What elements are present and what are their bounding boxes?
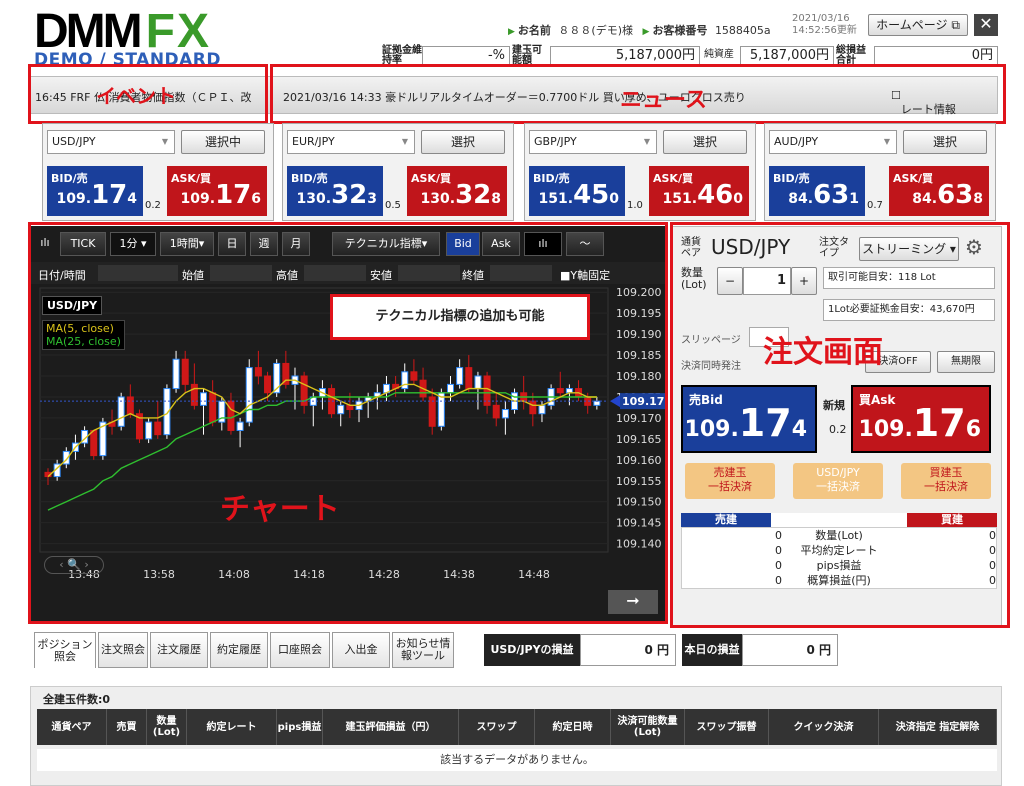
- buyable-label: 建玉可能額: [512, 45, 542, 66]
- bid-button[interactable]: BID/売 130.323: [287, 166, 383, 216]
- total-pl-value: 0円: [874, 46, 998, 66]
- order-annotation-box: [670, 222, 1010, 628]
- col-header-2: 数量(Lot): [147, 709, 187, 745]
- net-assets-label: 純資産: [704, 49, 734, 60]
- rate-panel-2: GBP/JPY 選択 BID/売 151.450 1.0 ASK/買 151.4…: [524, 123, 756, 221]
- margin-ratio-label: 証拠金維持率: [382, 45, 422, 66]
- chart-annotation-box: [28, 222, 668, 624]
- positions-header: 通貨ペア 売買 数量(Lot) 約定レート pips損益 建玉評価損益（円） スワップ 約定日…: [37, 709, 997, 745]
- buyable-value: 5,187,000円: [550, 46, 700, 66]
- select-pair-button[interactable]: 選択中: [181, 130, 265, 154]
- rate-panel-0: USD/JPY 選択中 BID/売 109.174 0.2 ASK/買 109.…: [42, 123, 274, 221]
- spread-value: 0.7: [867, 200, 883, 211]
- select-pair-button[interactable]: 選択: [663, 130, 747, 154]
- rate-panel-1: EUR/JPY 選択 BID/売 130.323 0.5 ASK/買 130.3…: [282, 123, 514, 221]
- ask-button[interactable]: ASK/買 84.638: [889, 166, 989, 216]
- pair-pl-label: USD/JPYの損益: [484, 634, 580, 666]
- tab-0[interactable]: ポジション照会: [34, 632, 96, 668]
- close-button[interactable]: ✕: [974, 14, 998, 36]
- empty-message: 該当するデータがありません。: [37, 749, 997, 771]
- pair-select[interactable]: USD/JPY: [47, 130, 175, 154]
- window-icon: ⧉: [951, 18, 960, 32]
- tab-4[interactable]: 口座照会: [270, 632, 330, 668]
- today-pl-value: 0 円: [742, 634, 838, 666]
- name-value: ８８８(デモ)様: [558, 24, 634, 37]
- spread-value: 1.0: [627, 200, 643, 211]
- ask-button[interactable]: ASK/買 130.328: [407, 166, 507, 216]
- col-header-4: pips損益: [277, 709, 323, 745]
- pair-select[interactable]: EUR/JPY: [287, 130, 415, 154]
- name-label: お名前: [517, 24, 551, 37]
- col-header-3: 約定レート: [187, 709, 277, 745]
- tab-6[interactable]: お知らせ情報ツール: [392, 632, 454, 668]
- customer-value: 1588405a: [714, 24, 771, 37]
- tab-2[interactable]: 注文履歴: [150, 632, 208, 668]
- col-header-9: スワップ振替: [685, 709, 769, 745]
- spread-value: 0.2: [145, 200, 161, 211]
- update-time: 2021/03/16 14:52:56更新: [792, 13, 857, 36]
- tab-3[interactable]: 約定履歴: [210, 632, 268, 668]
- today-pl-label: 本日の損益: [682, 634, 742, 666]
- pair-pl-value: 0 円: [580, 634, 676, 666]
- select-pair-button[interactable]: 選択: [421, 130, 505, 154]
- col-header-11: 決済指定 指定解除: [879, 709, 997, 745]
- trading-app: DMM FX DEMO / STANDARD ▶ お名前 ８８８(デモ)様 ▶ お客様…: [0, 0, 1024, 786]
- dmm-fx-logo: DMM FX DEMO / STANDARD: [34, 8, 244, 71]
- home-page-button[interactable]: ホームページ ⧉: [868, 14, 968, 36]
- spread-value: 0.5: [385, 200, 401, 211]
- col-header-6: スワップ: [459, 709, 535, 745]
- margin-ratio-value: -%: [422, 46, 510, 66]
- customer-label: お客様番号: [652, 24, 708, 37]
- net-assets-value: 5,187,000円: [740, 46, 834, 66]
- rate-panel-3: AUD/JPY 選択 BID/売 84.631 0.7 ASK/買 84.638: [764, 123, 996, 221]
- bid-button[interactable]: BID/売 151.450: [529, 166, 625, 216]
- bid-button[interactable]: BID/売 109.174: [47, 166, 143, 216]
- position-count: 全建玉件数:0: [43, 693, 111, 706]
- total-pl-label: 総損益合計: [836, 45, 866, 66]
- ask-button[interactable]: ASK/買 151.460: [649, 166, 749, 216]
- account-info: ▶ お名前 ８８８(デモ)様 ▶ お客様番号 1588405a: [508, 24, 771, 37]
- col-header-0: 通貨ペア: [37, 709, 107, 745]
- ask-button[interactable]: ASK/買 109.176: [167, 166, 267, 216]
- col-header-5: 建玉評価損益（円）: [323, 709, 459, 745]
- positions-table: 全建玉件数:0 通貨ペア 売買 数量(Lot) 約定レート pips損益 建玉評価損益（円…: [30, 686, 1002, 786]
- news-annotation-label: ニュース: [620, 88, 707, 113]
- select-pair-button[interactable]: 選択: [903, 130, 987, 154]
- event-annotation-label: イベント: [96, 84, 176, 108]
- col-header-7: 約定日時: [535, 709, 611, 745]
- col-header-1: 売買: [107, 709, 147, 745]
- tab-1[interactable]: 注文照会: [98, 632, 148, 668]
- pair-select[interactable]: AUD/JPY: [769, 130, 897, 154]
- pair-select[interactable]: GBP/JPY: [529, 130, 657, 154]
- col-header-10: クイック決済: [769, 709, 879, 745]
- col-header-8: 決済可能数量(Lot): [611, 709, 685, 745]
- bid-button[interactable]: BID/売 84.631: [769, 166, 865, 216]
- tab-5[interactable]: 入出金: [332, 632, 390, 668]
